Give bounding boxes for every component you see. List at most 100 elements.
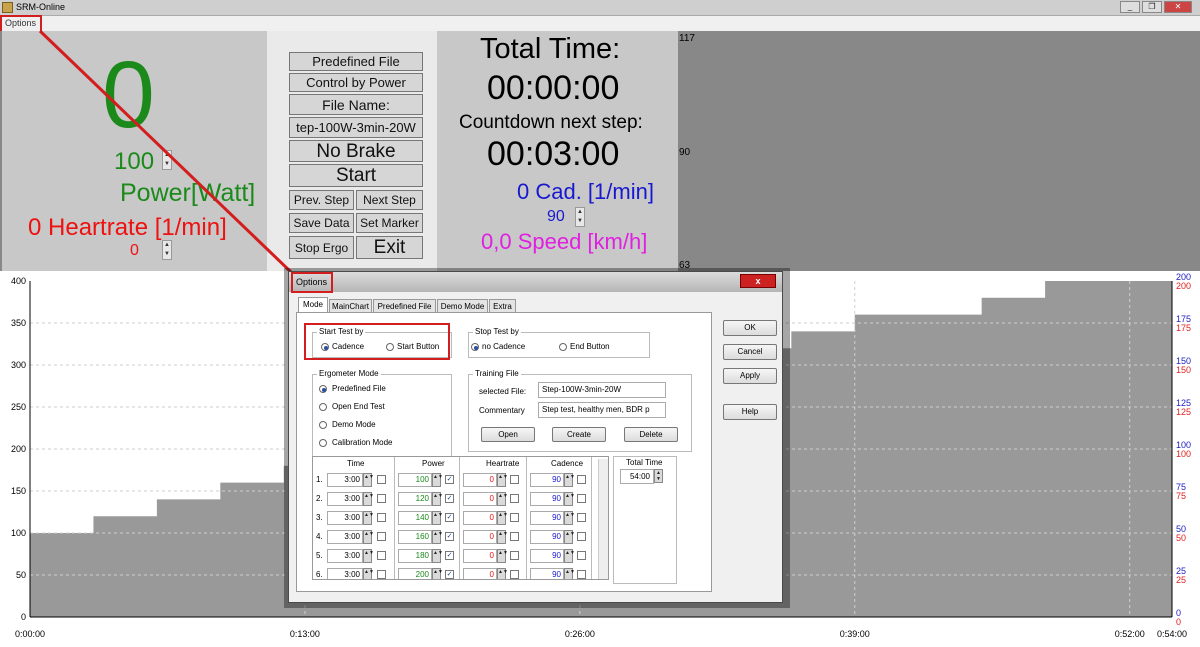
row-heartrate-spinner[interactable]: ▲▼ xyxy=(497,492,508,506)
stop-ergo-button[interactable]: Stop Ergo xyxy=(289,236,354,259)
help-button[interactable]: Help xyxy=(723,404,777,420)
next-step-button[interactable]: Next Step xyxy=(356,190,423,210)
heartrate-setpoint-spinner[interactable]: ▲ ▼ xyxy=(162,240,172,260)
tab-demo-mode[interactable]: Demo Mode xyxy=(437,299,488,313)
tab-extra[interactable]: Extra xyxy=(489,299,516,313)
control-by-power-button[interactable]: Control by Power xyxy=(289,73,423,92)
predefined-file-button[interactable]: Predefined File xyxy=(289,52,423,71)
minimize-icon[interactable]: _ xyxy=(1120,1,1140,13)
apply-button[interactable]: Apply xyxy=(723,368,777,384)
close-icon[interactable]: ✕ xyxy=(1164,1,1192,13)
row-power-spinner[interactable]: ▲▼ xyxy=(432,473,443,487)
row-time-spinner[interactable]: ▲▼ xyxy=(363,568,374,579)
row-time-spinner[interactable]: ▲▼ xyxy=(363,549,374,563)
commentary-field[interactable]: Step test, healthy men, BDR p xyxy=(538,402,666,418)
row-cadence-spinner[interactable]: ▲▼ xyxy=(564,511,575,525)
row-time-field[interactable]: 3:00 xyxy=(327,530,363,544)
row-heartrate-checkbox[interactable] xyxy=(510,551,519,560)
total-time-field[interactable]: 54:00 xyxy=(620,469,654,484)
dialog-close-button[interactable]: x xyxy=(740,274,776,288)
row-heartrate-checkbox[interactable] xyxy=(510,494,519,503)
row-cadence-field[interactable]: 90 xyxy=(530,549,564,563)
row-cadence-spinner[interactable]: ▲▼ xyxy=(564,492,575,506)
row-cadence-field[interactable]: 90 xyxy=(530,568,564,579)
row-heartrate-spinner[interactable]: ▲▼ xyxy=(497,568,508,579)
row-power-checkbox[interactable]: ✓ xyxy=(445,532,454,541)
row-power-field[interactable]: 200 xyxy=(398,568,432,579)
row-time-field[interactable]: 3:00 xyxy=(327,549,363,563)
row-cadence-checkbox[interactable] xyxy=(577,475,586,484)
row-power-checkbox[interactable]: ✓ xyxy=(445,494,454,503)
row-cadence-checkbox[interactable] xyxy=(577,513,586,522)
row-power-spinner[interactable]: ▲▼ xyxy=(432,492,443,506)
exit-button[interactable]: Exit xyxy=(356,236,423,259)
tab-mainchart[interactable]: MainChart xyxy=(329,299,372,313)
row-heartrate-field[interactable]: 0 xyxy=(463,511,497,525)
row-heartrate-checkbox[interactable] xyxy=(510,475,519,484)
row-power-field[interactable]: 160 xyxy=(398,530,432,544)
start-button[interactable]: Start xyxy=(289,164,423,187)
row-heartrate-field[interactable]: 0 xyxy=(463,568,497,579)
row-power-field[interactable]: 120 xyxy=(398,492,432,506)
row-heartrate-spinner[interactable]: ▲▼ xyxy=(497,473,508,487)
row-cadence-spinner[interactable]: ▲▼ xyxy=(564,568,575,579)
row-time-field[interactable]: 3:00 xyxy=(327,568,363,579)
create-button[interactable]: Create xyxy=(552,427,606,442)
row-cadence-field[interactable]: 90 xyxy=(530,473,564,487)
row-power-spinner[interactable]: ▲▼ xyxy=(432,568,443,579)
row-time-checkbox[interactable] xyxy=(377,494,386,503)
row-cadence-checkbox[interactable] xyxy=(577,570,586,579)
open-button[interactable]: Open xyxy=(481,427,535,442)
row-time-checkbox[interactable] xyxy=(377,551,386,560)
row-time-field[interactable]: 3:00 xyxy=(327,473,363,487)
row-time-checkbox[interactable] xyxy=(377,513,386,522)
row-power-spinner[interactable]: ▲▼ xyxy=(432,530,443,544)
row-power-checkbox[interactable]: ✓ xyxy=(445,570,454,579)
stop-end-button-radio[interactable] xyxy=(559,343,567,351)
row-cadence-spinner[interactable]: ▲▼ xyxy=(564,473,575,487)
row-power-spinner[interactable]: ▲▼ xyxy=(432,549,443,563)
cancel-button[interactable]: Cancel xyxy=(723,344,777,360)
row-time-spinner[interactable]: ▲▼ xyxy=(363,530,374,544)
row-heartrate-field[interactable]: 0 xyxy=(463,530,497,544)
row-time-field[interactable]: 3:00 xyxy=(327,492,363,506)
row-power-checkbox[interactable]: ✓ xyxy=(445,475,454,484)
row-heartrate-spinner[interactable]: ▲▼ xyxy=(497,530,508,544)
stop-no-cadence-radio[interactable] xyxy=(471,343,479,351)
row-power-spinner[interactable]: ▲▼ xyxy=(432,511,443,525)
row-power-field[interactable]: 140 xyxy=(398,511,432,525)
row-time-checkbox[interactable] xyxy=(377,532,386,541)
row-time-spinner[interactable]: ▲▼ xyxy=(363,473,374,487)
row-time-field[interactable]: 3:00 xyxy=(327,511,363,525)
row-time-checkbox[interactable] xyxy=(377,570,386,579)
row-cadence-spinner[interactable]: ▲▼ xyxy=(564,549,575,563)
row-heartrate-checkbox[interactable] xyxy=(510,532,519,541)
row-heartrate-field[interactable]: 0 xyxy=(463,473,497,487)
table-scrollbar[interactable] xyxy=(598,459,608,579)
row-heartrate-field[interactable]: 0 xyxy=(463,549,497,563)
row-heartrate-field[interactable]: 0 xyxy=(463,492,497,506)
tab-predefined-file[interactable]: Predefined File xyxy=(373,299,436,313)
no-brake-button[interactable]: No Brake xyxy=(289,140,423,162)
row-cadence-checkbox[interactable] xyxy=(577,532,586,541)
row-time-checkbox[interactable] xyxy=(377,475,386,484)
ok-button[interactable]: OK xyxy=(723,320,777,336)
tab-mode[interactable]: Mode xyxy=(298,297,328,313)
row-power-field[interactable]: 180 xyxy=(398,549,432,563)
row-heartrate-checkbox[interactable] xyxy=(510,513,519,522)
row-cadence-checkbox[interactable] xyxy=(577,494,586,503)
row-heartrate-checkbox[interactable] xyxy=(510,570,519,579)
set-marker-button[interactable]: Set Marker xyxy=(356,213,423,233)
row-cadence-spinner[interactable]: ▲▼ xyxy=(564,530,575,544)
save-data-button[interactable]: Save Data xyxy=(289,213,354,233)
maximize-icon[interactable]: ❐ xyxy=(1142,1,1162,13)
row-cadence-field[interactable]: 90 xyxy=(530,530,564,544)
prev-step-button[interactable]: Prev. Step xyxy=(289,190,354,210)
mode-predefined-file-radio[interactable] xyxy=(319,385,327,393)
row-heartrate-spinner[interactable]: ▲▼ xyxy=(497,511,508,525)
total-time-spinner[interactable]: ▲ ▼ xyxy=(654,469,663,483)
cadence-setpoint-spinner[interactable]: ▲ ▼ xyxy=(575,207,585,227)
row-cadence-field[interactable]: 90 xyxy=(530,492,564,506)
row-power-checkbox[interactable]: ✓ xyxy=(445,551,454,560)
row-power-checkbox[interactable]: ✓ xyxy=(445,513,454,522)
